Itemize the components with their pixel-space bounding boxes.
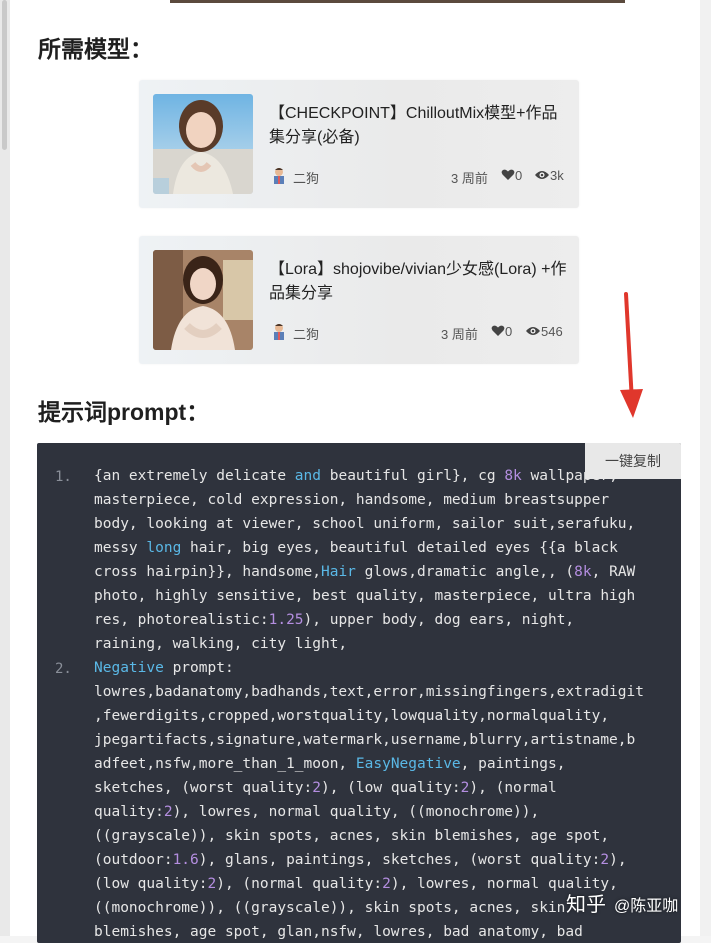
model-card-lora[interactable]: 【Lora】shojovibe/vivian少女感(Lora) +作品集分享 二…: [139, 236, 579, 364]
model-thumbnail: [153, 94, 253, 194]
code-text-line: blemishes, age spot, glan,nsfw, lowres, …: [94, 924, 583, 940]
watermark: 知乎 @陈亚咖: [566, 888, 678, 917]
models-heading: 所需模型：: [38, 36, 153, 62]
code-text-line: sketches, (worst quality:2), (low qualit…: [94, 780, 557, 796]
line-number: 2.: [55, 661, 72, 677]
post-time: 3 周前: [441, 327, 478, 342]
watermark-site: 知乎: [566, 894, 606, 916]
code-text-line: ((grayscale)), skin spots, acnes, skin b…: [94, 828, 610, 844]
red-arrow-annotation: [620, 292, 643, 418]
code-text-line: {an extremely delicate and beautiful gir…: [94, 468, 618, 484]
portrait-image: [153, 250, 253, 350]
left-scrollbar-thumb[interactable]: [2, 0, 7, 150]
post-time: 3 周前: [451, 171, 488, 186]
likes-count-group[interactable]: 0: [501, 168, 522, 183]
author-avatar-icon: [274, 324, 284, 340]
eye-icon: [526, 327, 540, 335]
code-text-line: res, photorealistic:1.25), upper body, d…: [94, 612, 575, 628]
portrait-image: [153, 94, 253, 194]
code-text-line: ((monochrome)), ((grayscale)), skin spot…: [94, 900, 566, 916]
prompt-heading: 提示词prompt：: [38, 399, 210, 425]
code-text-line: body, looking at viewer, school uniform,…: [94, 516, 636, 532]
code-text-line: raining, walking, city light,: [94, 636, 348, 652]
card-meta: 二狗 3 周前 0 3k: [269, 166, 569, 186]
eye-icon: [535, 171, 549, 179]
views-count-group: 3k: [534, 168, 564, 183]
code-text-line: lowres,badanatomy,badhands,text,error,mi…: [94, 684, 644, 700]
code-text-line: Negative prompt:: [94, 660, 234, 676]
watermark-user: @陈亚咖: [614, 898, 679, 915]
code-text-line: masterpiece, cold expression, handsome, …: [94, 492, 610, 508]
card-meta: 二狗 3 周前 0 546: [269, 322, 569, 342]
left-scrollbar[interactable]: [0, 0, 10, 936]
likes-count-group[interactable]: 0: [491, 324, 512, 339]
right-scrollbar[interactable]: [700, 0, 711, 936]
previous-image-edge: [170, 0, 625, 3]
likes-count: 0: [505, 324, 513, 339]
author-name[interactable]: 二狗: [293, 324, 319, 343]
copy-all-button[interactable]: 一键复制: [585, 443, 681, 479]
code-text-line: quality:2), lowres, normal quality, ((mo…: [94, 804, 540, 820]
views-count: 546: [541, 324, 563, 339]
model-thumbnail: [153, 250, 253, 350]
views-count: 3k: [550, 168, 564, 183]
code-text-line: adfeet,nsfw,more_than_1_moon, EasyNegati…: [94, 756, 566, 772]
code-text-line: photo, highly sensitive, best quality, m…: [94, 588, 636, 604]
line-number: 1.: [55, 469, 72, 485]
code-text-line: messy long hair, big eyes, beautiful det…: [94, 540, 618, 556]
author-name[interactable]: 二狗: [293, 168, 319, 187]
author-avatar-icon: [274, 168, 284, 184]
card-title[interactable]: 【Lora】shojovibe/vivian少女感(Lora) +作品集分享: [269, 258, 569, 306]
code-text-line: jpegartifacts,signature,watermark,userna…: [94, 732, 636, 748]
likes-count: 0: [515, 168, 523, 183]
heart-icon: [491, 325, 505, 336]
code-text-line: (low quality:2), (normal quality:2), low…: [94, 876, 618, 892]
heart-icon: [501, 169, 515, 180]
views-count-group: 546: [525, 324, 563, 339]
article-page: 所需模型： 【CHECKPOINT】ChilloutMix模型+作品集分享(必备…: [10, 0, 700, 943]
code-text-line: ,fewerdigits,cropped,worstquality,lowqua…: [94, 708, 610, 724]
model-card-checkpoint[interactable]: 【CHECKPOINT】ChilloutMix模型+作品集分享(必备) 二狗 3…: [139, 80, 579, 208]
code-text-line: (outdoor:1.6), glans, paintings, sketche…: [94, 852, 627, 868]
card-title[interactable]: 【CHECKPOINT】ChilloutMix模型+作品集分享(必备): [269, 102, 569, 150]
code-text-line: cross hairpin}}, handsome,Hair glows,dra…: [94, 564, 636, 580]
prompt-code-block: 1. 2. {an extremely delicate and beautif…: [37, 443, 681, 943]
